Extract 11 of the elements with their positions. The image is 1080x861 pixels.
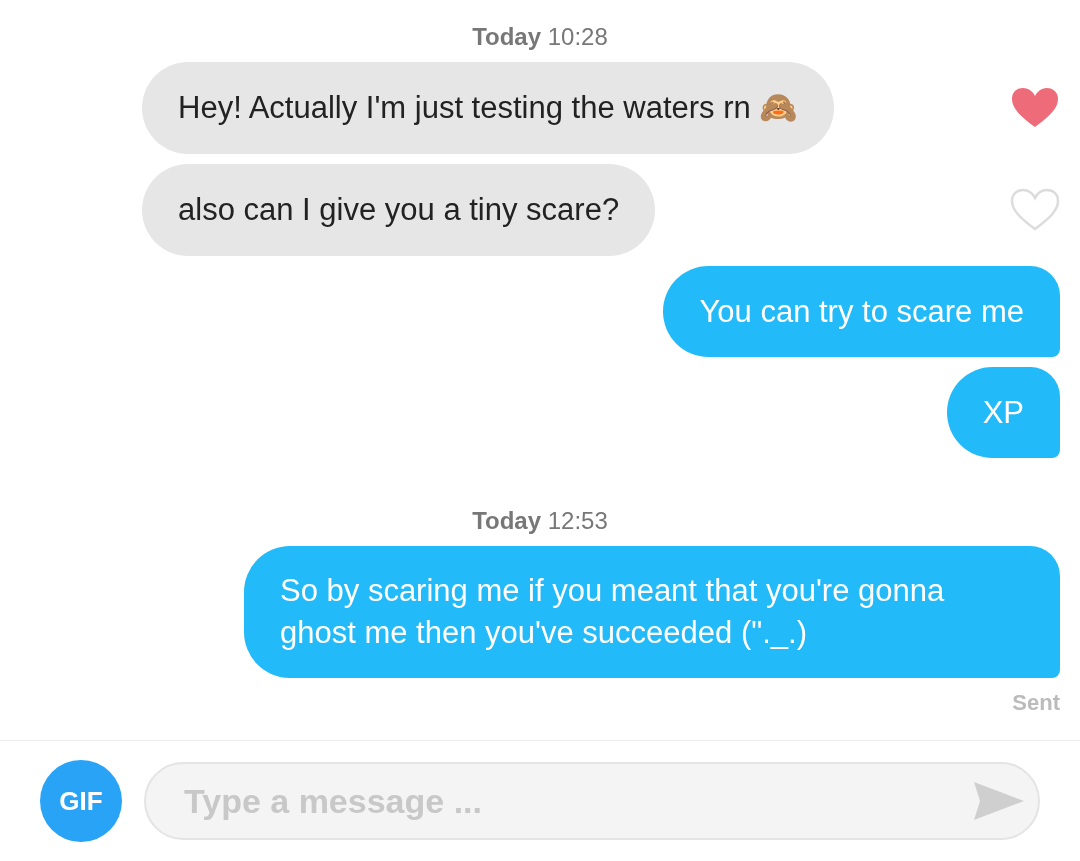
sent-message: You can try to scare me	[663, 266, 1060, 357]
timestamp: Today 10:28	[472, 22, 608, 52]
received-message: also can I give you a tiny scare?	[142, 164, 656, 256]
sent-message: XP	[946, 367, 1060, 458]
gif-button[interactable]: GIF	[40, 760, 122, 842]
received-message: Hey! Actually I'm just testing the waters rn 🙈	[142, 62, 835, 154]
heart-icon[interactable]	[1010, 86, 1060, 130]
sent-status: Sent	[1012, 689, 1060, 717]
timestamp: Today 12:53	[472, 506, 608, 536]
heart-icon[interactable]	[1010, 188, 1060, 232]
sent-message: So by scaring me if you meant that you're gonna ghost me then you've succeeded ("._.)	[244, 546, 1060, 678]
